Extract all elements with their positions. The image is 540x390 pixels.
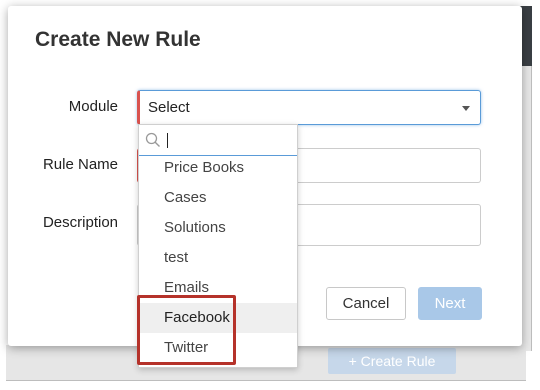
module-select-value: Select — [148, 99, 190, 116]
dropdown-item-solutions[interactable]: Solutions — [139, 213, 297, 243]
background-create-rule-button: + Create Rule — [328, 348, 456, 374]
module-select[interactable]: Select — [137, 90, 481, 125]
description-label: Description — [42, 214, 118, 231]
module-label: Module — [68, 98, 118, 115]
dropdown-item-emails[interactable]: Emails — [139, 273, 297, 303]
next-button[interactable]: Next — [418, 287, 482, 320]
dropdown-item-cases[interactable]: Cases — [139, 183, 297, 213]
chevron-down-icon — [462, 106, 470, 111]
cancel-button[interactable]: Cancel — [326, 287, 406, 320]
search-icon — [145, 132, 160, 147]
dropdown-search-input[interactable] — [139, 125, 297, 156]
dropdown-item-price-books[interactable]: Price Books — [139, 153, 297, 183]
module-dropdown: Price Books Cases Solutions test Emails … — [138, 124, 298, 368]
dropdown-list: Price Books Cases Solutions test Emails … — [139, 153, 297, 363]
modal-title: Create New Rule — [35, 28, 201, 51]
dropdown-item-twitter[interactable]: Twitter — [139, 333, 297, 363]
dropdown-item-test[interactable]: test — [139, 243, 297, 273]
dropdown-item-facebook[interactable]: Facebook — [139, 303, 297, 333]
rule-name-label: Rule Name — [42, 156, 118, 173]
text-cursor — [167, 133, 168, 148]
